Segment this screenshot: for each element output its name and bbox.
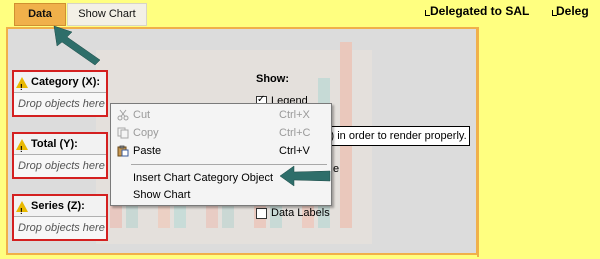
warning-icon: !	[16, 76, 28, 92]
series-drop-target[interactable]: Drop objects here	[14, 216, 106, 239]
menu-item-cut[interactable]: Cut Ctrl+X	[111, 106, 331, 124]
total-label: Total (Y):	[31, 138, 78, 150]
category-drop-zone[interactable]: ! Category (X): Drop objects here	[12, 70, 108, 117]
menu-item-copy-shortcut: Ctrl+C	[279, 127, 311, 139]
series-title: ! Series (Z):	[14, 196, 106, 216]
menu-item-cut-shortcut: Ctrl+X	[279, 109, 310, 121]
copy-icon	[117, 127, 129, 139]
scissors-icon	[117, 109, 129, 121]
series-drop-zone[interactable]: ! Series (Z): Drop objects here	[12, 194, 108, 241]
menu-item-paste-shortcut: Ctrl+V	[279, 145, 310, 157]
data-labels-checkbox[interactable]	[256, 207, 267, 219]
total-drop-zone[interactable]: ! Total (Y): Drop objects here	[12, 132, 108, 179]
annotation-arrow-icon	[53, 25, 101, 66]
total-drop-target[interactable]: Drop objects here	[14, 154, 106, 177]
menu-item-paste-label: Paste	[133, 145, 162, 157]
menu-item-paste[interactable]: Paste Ctrl+V	[111, 142, 331, 160]
data-labels-label: Data Labels	[271, 207, 330, 219]
paste-icon	[117, 145, 129, 157]
category-label: Category (X):	[31, 76, 101, 88]
data-labels-option[interactable]: Data Labels	[256, 207, 330, 219]
menu-item-show-chart[interactable]: Show Chart	[111, 186, 331, 204]
series-label: Series (Z):	[31, 200, 85, 212]
delegated-label: Delegated to SAL	[430, 4, 530, 18]
menu-item-cut-label: Cut	[133, 109, 151, 121]
menu-item-insert-label: Insert Chart Category Object	[133, 172, 274, 184]
delegated-label-cut: Deleg	[556, 4, 589, 18]
dashboard-editor: Data Show Chart Delegated to SAL Deleg !…	[0, 0, 600, 259]
warning-icon: !	[16, 200, 28, 216]
menu-item-copy[interactable]: Copy Ctrl+C	[111, 124, 331, 142]
annotation-arrow-icon	[279, 165, 331, 187]
total-title: ! Total (Y):	[14, 134, 106, 154]
menu-item-show-chart-label: Show Chart	[133, 189, 191, 201]
context-menu: Cut Ctrl+X Copy Ctrl+C Paste Ctrl+V Inse…	[110, 103, 332, 206]
menu-item-copy-label: Copy	[133, 127, 159, 139]
category-drop-target[interactable]: Drop objects here	[14, 92, 106, 115]
show-options-label: Show:	[256, 73, 289, 85]
panel-divider	[477, 27, 479, 257]
warning-icon: !	[16, 138, 28, 154]
render-warning-tooltip: s) in order to render properly.	[322, 126, 470, 146]
category-title: ! Category (X):	[14, 72, 106, 92]
